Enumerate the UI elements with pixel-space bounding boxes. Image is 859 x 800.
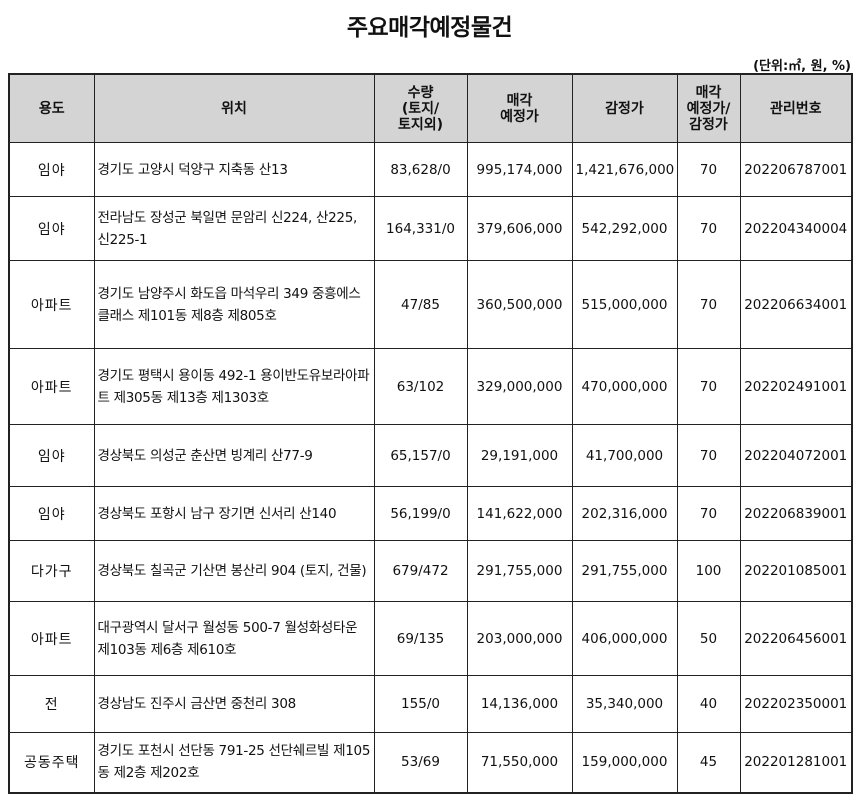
cell-appraisal: 1,421,676,000 (571, 142, 678, 197)
cell-location: 경상남도 진주시 금산면 중천리 308 (93, 675, 375, 733)
cell-appraisal: 406,000,000 (571, 601, 678, 676)
header-sale-price: 매각 예정가 (466, 73, 573, 143)
cell-ratio: 70 (676, 142, 741, 197)
cell-mgmt-no: 202206456001 (739, 601, 853, 676)
cell-ratio: 50 (676, 601, 741, 676)
table-row: 아파트 경기도 남양주시 화도읍 마석우리 349 중흥에스클래스 제101동 … (8, 260, 853, 349)
table-row: 아파트 경기도 평택시 용이동 492-1 용이반도유보라아파트 제305동 제… (8, 348, 853, 425)
table-row: 임야 전라남도 장성군 북일면 문암리 신224, 산225, 신225-1 1… (8, 196, 853, 261)
table-row: 다가구 경상북도 칠곡군 기산면 봉산리 904 (토지, 건물) 679/47… (8, 540, 853, 602)
header-quantity: 수량 (토지/ 토지외) (373, 73, 468, 143)
cell-quantity: 164,331/0 (373, 196, 468, 261)
cell-use: 임야 (8, 142, 95, 197)
cell-quantity: 69/135 (373, 601, 468, 676)
table-row: 임야 경상북도 포항시 남구 장기면 신서리 산140 56,199/0 141… (8, 486, 853, 541)
cell-appraisal: 35,340,000 (571, 675, 678, 733)
table-row: 임야 경기도 고양시 덕양구 지축동 산13 83,628/0 995,174,… (8, 142, 853, 197)
cell-location: 경기도 평택시 용이동 492-1 용이반도유보라아파트 제305동 제13층 … (93, 348, 375, 425)
cell-sale-price: 291,755,000 (466, 540, 573, 602)
cell-use: 임야 (8, 196, 95, 261)
table-row: 아파트 대구광역시 달서구 월성동 500-7 월성화성타운 제103동 제6층… (8, 601, 853, 676)
header-row: 용도 위치 수량 (토지/ 토지외) 매각 예정가 감정가 매각 예정가/ 감정… (8, 73, 853, 143)
cell-mgmt-no: 202201085001 (739, 540, 853, 602)
cell-mgmt-no: 202206634001 (739, 260, 853, 349)
table-row: 전 경상남도 진주시 금산면 중천리 308 155/0 14,136,000 … (8, 675, 853, 733)
cell-location: 전라남도 장성군 북일면 문암리 신224, 산225, 신225-1 (93, 196, 375, 261)
cell-sale-price: 29,191,000 (466, 424, 573, 487)
page-title: 주요매각예정물건 (346, 15, 513, 41)
cell-mgmt-no: 202202350001 (739, 675, 853, 733)
cell-appraisal: 515,000,000 (571, 260, 678, 349)
cell-ratio: 70 (676, 486, 741, 541)
table-row: 공동주택 경기도 포천시 선단동 791-25 선단쉐르빌 제105동 제2층 … (8, 732, 853, 793)
cell-use: 아파트 (8, 601, 95, 676)
header-ratio: 매각 예정가/ 감정가 (676, 73, 741, 143)
cell-appraisal: 542,292,000 (571, 196, 678, 261)
cell-ratio: 100 (676, 540, 741, 602)
cell-quantity: 155/0 (373, 675, 468, 733)
cell-location: 대구광역시 달서구 월성동 500-7 월성화성타운 제103동 제6층 제61… (93, 601, 375, 676)
cell-use: 임야 (8, 486, 95, 541)
header-location: 위치 (93, 73, 375, 143)
cell-location: 경상북도 포항시 남구 장기면 신서리 산140 (93, 486, 375, 541)
cell-location: 경기도 고양시 덕양구 지축동 산13 (93, 142, 375, 197)
cell-sale-price: 203,000,000 (466, 601, 573, 676)
cell-appraisal: 41,700,000 (571, 424, 678, 487)
cell-quantity: 56,199/0 (373, 486, 468, 541)
cell-quantity: 679/472 (373, 540, 468, 602)
cell-ratio: 70 (676, 260, 741, 349)
cell-ratio: 70 (676, 196, 741, 261)
cell-quantity: 47/85 (373, 260, 468, 349)
cell-quantity: 65,157/0 (373, 424, 468, 487)
cell-appraisal: 202,316,000 (571, 486, 678, 541)
cell-sale-price: 14,136,000 (466, 675, 573, 733)
cell-location: 경상북도 의성군 춘산면 빙계리 산77-9 (93, 424, 375, 487)
cell-ratio: 45 (676, 732, 741, 793)
cell-mgmt-no: 202202491001 (739, 348, 853, 425)
cell-sale-price: 329,000,000 (466, 348, 573, 425)
cell-sale-price: 995,174,000 (466, 142, 573, 197)
cell-mgmt-no: 202201281001 (739, 732, 853, 793)
cell-location: 경기도 포천시 선단동 791-25 선단쉐르빌 제105동 제2층 제202호 (93, 732, 375, 793)
cell-use: 다가구 (8, 540, 95, 602)
cell-use: 아파트 (8, 260, 95, 349)
cell-mgmt-no: 202206839001 (739, 486, 853, 541)
header-appraisal: 감정가 (571, 73, 678, 143)
cell-sale-price: 141,622,000 (466, 486, 573, 541)
cell-location: 경상북도 칠곡군 기산면 봉산리 904 (토지, 건물) (93, 540, 375, 602)
cell-mgmt-no: 202206787001 (739, 142, 853, 197)
cell-appraisal: 470,000,000 (571, 348, 678, 425)
cell-quantity: 83,628/0 (373, 142, 468, 197)
cell-quantity: 53/69 (373, 732, 468, 793)
cell-sale-price: 379,606,000 (466, 196, 573, 261)
header-use: 용도 (8, 73, 95, 143)
cell-ratio: 40 (676, 675, 741, 733)
property-table: 용도 위치 수량 (토지/ 토지외) 매각 예정가 감정가 매각 예정가/ 감정… (8, 73, 853, 794)
cell-ratio: 70 (676, 424, 741, 487)
cell-mgmt-no: 202204340004 (739, 196, 853, 261)
cell-mgmt-no: 202204072001 (739, 424, 853, 487)
cell-ratio: 70 (676, 348, 741, 425)
cell-use: 임야 (8, 424, 95, 487)
header-mgmt-no: 관리번호 (739, 73, 853, 143)
cell-sale-price: 360,500,000 (466, 260, 573, 349)
cell-location: 경기도 남양주시 화도읍 마석우리 349 중흥에스클래스 제101동 제8층 … (93, 260, 375, 349)
table-row: 임야 경상북도 의성군 춘산면 빙계리 산77-9 65,157/0 29,19… (8, 424, 853, 487)
cell-appraisal: 291,755,000 (571, 540, 678, 602)
cell-use: 전 (8, 675, 95, 733)
cell-appraisal: 159,000,000 (571, 732, 678, 793)
cell-use: 공동주택 (8, 732, 95, 793)
unit-note: (단위:㎡, 원, %) (753, 59, 851, 74)
cell-sale-price: 71,550,000 (466, 732, 573, 793)
cell-quantity: 63/102 (373, 348, 468, 425)
cell-use: 아파트 (8, 348, 95, 425)
